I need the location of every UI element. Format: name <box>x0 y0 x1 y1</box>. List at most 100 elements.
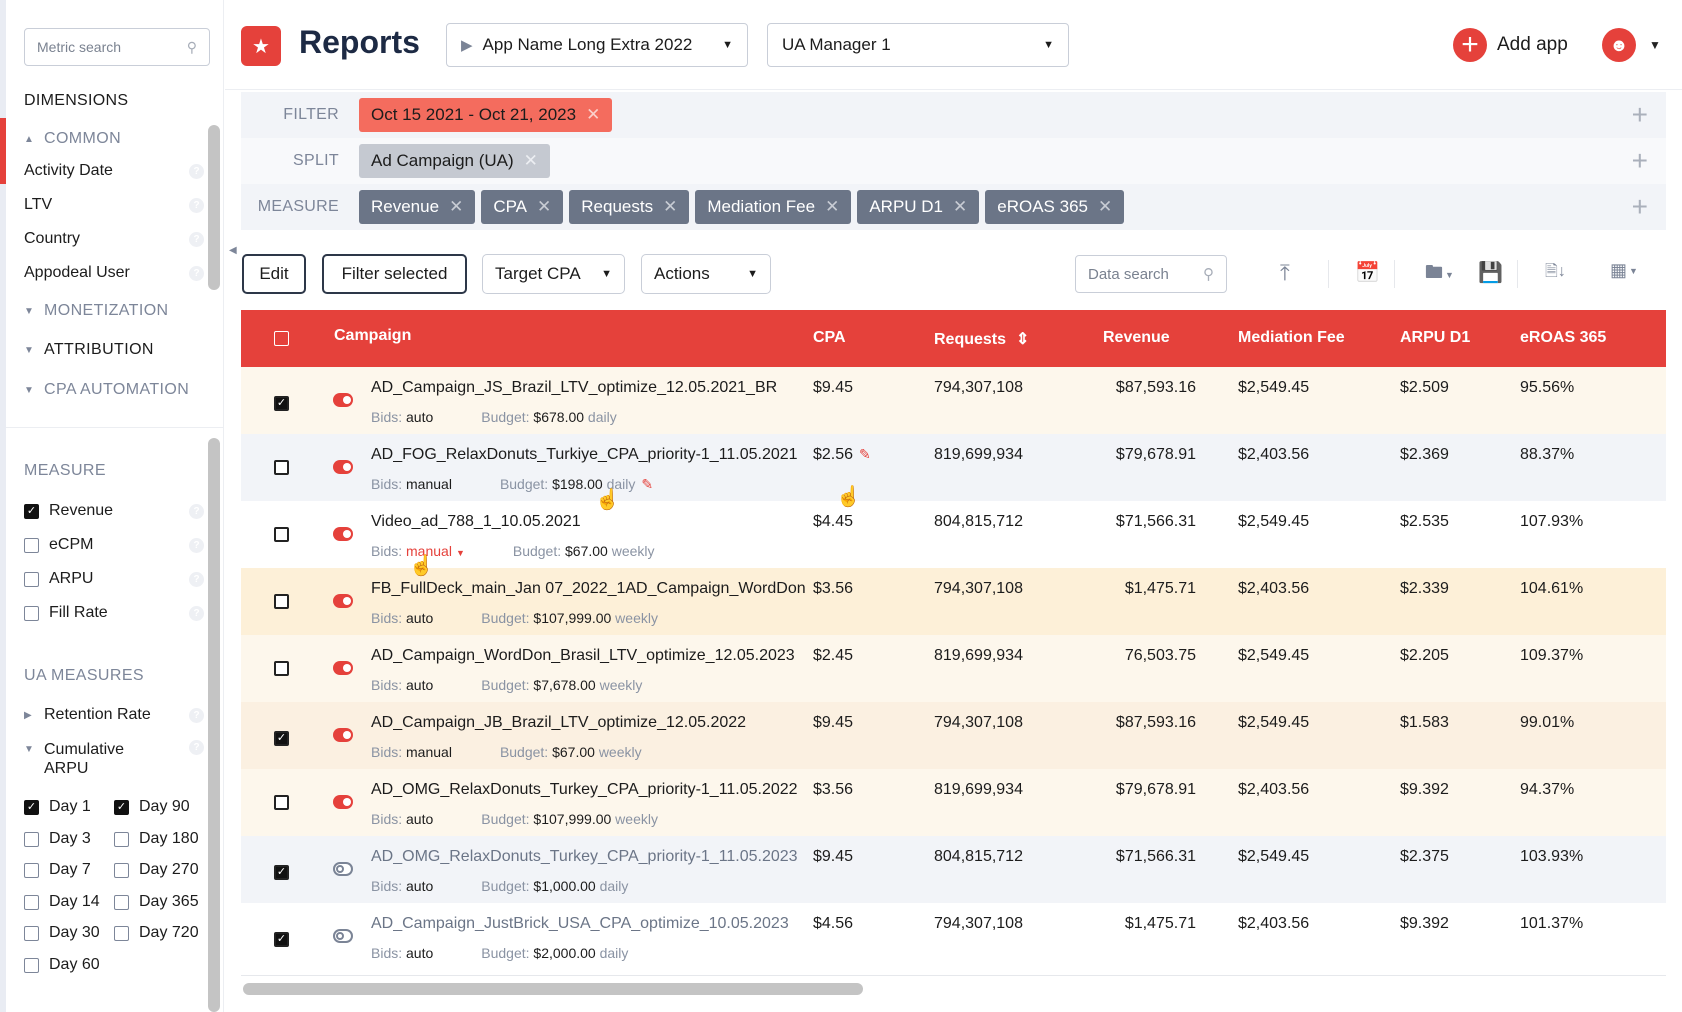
campaign-name[interactable]: AD_OMG_RelaxDonuts_Turkey_CPA_priority-1… <box>371 781 798 799</box>
sort-icon[interactable]: ⇕ <box>1016 331 1029 348</box>
campaign-name[interactable]: FB_FullDeck_main_Jan 07_2022_1AD_Campaig… <box>371 580 806 598</box>
day-option[interactable]: Day 7 <box>24 861 91 879</box>
user-menu-chevron-icon[interactable]: ▼ <box>1649 38 1661 52</box>
edit-button[interactable]: Edit <box>242 254 306 294</box>
help-icon[interactable]: ? <box>189 197 204 213</box>
help-icon[interactable]: ? <box>189 571 204 587</box>
campaign-toggle-on[interactable] <box>333 527 353 546</box>
cpa-cell[interactable]: $9.45 <box>813 714 853 732</box>
measure-chip[interactable]: CPA ✕ <box>481 190 564 224</box>
table-row[interactable]: AD_OMG_RelaxDonuts_Turkey_CPA_priority-1… <box>241 769 1666 836</box>
checkbox[interactable] <box>24 605 39 621</box>
day-option[interactable]: Day 720 <box>114 924 199 942</box>
cpa-cell[interactable]: $4.56 <box>813 915 853 933</box>
measure-chip[interactable]: eROAS 365 ✕ <box>985 190 1125 224</box>
col-requests[interactable]: Requests ⇕ <box>934 329 1029 349</box>
checkbox[interactable] <box>24 537 39 553</box>
help-icon[interactable]: ? <box>189 265 204 281</box>
col-arpu-d1[interactable]: ARPU D1 <box>1400 329 1470 347</box>
budget-value[interactable]: $107,999.00 <box>533 610 611 626</box>
measure-item[interactable]: eCPM? <box>24 536 204 554</box>
row-checkbox[interactable]: ✓ <box>274 393 299 411</box>
close-icon[interactable]: ✕ <box>953 197 967 217</box>
checkbox[interactable] <box>24 894 39 910</box>
scroll-to-top-icon[interactable]: ⤒ <box>1280 260 1290 286</box>
bids-value[interactable]: manual <box>406 744 452 760</box>
col-eroas-365[interactable]: eROAS 365 <box>1520 329 1606 347</box>
bids-value[interactable]: auto <box>406 811 433 827</box>
table-row[interactable]: Video_ad_788_1_10.05.2021 Bids: manual ▼ Bu… <box>241 501 1666 568</box>
budget-value[interactable]: $2,000.00 <box>533 945 595 961</box>
col-revenue[interactable]: Revenue <box>1103 329 1170 347</box>
day-option[interactable]: Day 60 <box>24 956 100 974</box>
add-app-button[interactable]: + Add app <box>1453 28 1568 62</box>
table-row[interactable]: FB_FullDeck_main_Jan 07_2022_1AD_Campaig… <box>241 568 1666 635</box>
app-select[interactable]: ▶ App Name Long Extra 2022 ▼ <box>446 23 748 67</box>
checkbox[interactable] <box>24 925 39 941</box>
help-icon[interactable]: ? <box>189 537 204 553</box>
measure-chip[interactable]: Mediation Fee ✕ <box>695 190 852 224</box>
bids-value[interactable]: auto <box>406 677 433 693</box>
close-icon[interactable]: ✕ <box>663 197 677 217</box>
section-cpa-automation[interactable]: ▼ CPA AUTOMATION <box>24 381 189 399</box>
budget-value[interactable]: $67.00 <box>565 543 608 559</box>
help-icon[interactable]: ? <box>189 163 204 179</box>
checkbox-checked[interactable]: ✓ <box>24 799 39 815</box>
campaign-toggle-on[interactable] <box>333 661 353 680</box>
campaign-name[interactable]: AD_Campaign_WordDon_Brasil_LTV_optimize_… <box>371 647 795 665</box>
cpa-cell[interactable]: $4.45 <box>813 513 853 531</box>
data-search-input[interactable]: Data search ⚲ <box>1075 255 1227 293</box>
table-row[interactable]: ✓ AD_Campaign_JustBrick_USA_CPA_optimize_… <box>241 903 1666 970</box>
filter-selected-button[interactable]: Filter selected <box>322 254 467 294</box>
target-cpa-dropdown[interactable]: Target CPA ▼ <box>482 254 625 294</box>
close-icon[interactable]: ✕ <box>586 105 600 125</box>
dimensions-scrollbar[interactable] <box>208 125 220 290</box>
campaign-toggle-on[interactable] <box>333 728 353 747</box>
add-filter-icon[interactable]: + <box>1632 99 1648 131</box>
measure-chip[interactable]: Requests ✕ <box>569 190 690 224</box>
budget-value[interactable]: $7,678.00 <box>533 677 595 693</box>
cpa-cell[interactable]: $2.45 <box>813 647 853 665</box>
bids-value[interactable]: auto <box>406 945 433 961</box>
section-common[interactable]: ▲ COMMON <box>24 130 121 148</box>
checkbox[interactable] <box>24 571 39 587</box>
table-row[interactable]: ✓ AD_Campaign_JB_Brazil_LTV_optimize_12.0… <box>241 702 1666 769</box>
day-option[interactable]: ✓ Day 90 <box>114 798 190 816</box>
section-attribution[interactable]: ▼ ATTRIBUTION <box>24 341 154 359</box>
row-checkbox[interactable] <box>274 661 299 681</box>
budget-value[interactable]: $67.00 <box>552 744 595 760</box>
section-monetization[interactable]: ▼ MONETIZATION <box>24 302 169 320</box>
ua-item-retention-rate[interactable]: ▶ Retention Rate? <box>24 706 204 724</box>
checkbox[interactable] <box>24 831 39 847</box>
bids-value[interactable]: auto <box>406 610 433 626</box>
measure-item[interactable]: Fill Rate? <box>24 604 204 622</box>
row-checkbox[interactable]: ✓ <box>274 728 299 746</box>
edit-budget-icon[interactable]: ✎ <box>641 476 653 492</box>
col-campaign[interactable]: Campaign <box>334 327 411 345</box>
dimension-item[interactable]: Appodeal User? <box>24 264 204 282</box>
measure-chip[interactable]: Revenue ✕ <box>359 190 476 224</box>
day-option[interactable]: ✓ Day 1 <box>24 798 91 816</box>
help-icon[interactable]: ? <box>189 605 204 621</box>
checkbox[interactable] <box>114 831 129 847</box>
campaign-name[interactable]: AD_Campaign_JustBrick_USA_CPA_optimize_1… <box>371 915 789 933</box>
table-row[interactable]: AD_FOG_RelaxDonuts_Turkiye_CPA_priority-… <box>241 434 1666 501</box>
filter-chip-date[interactable]: Oct 15 2021 - Oct 21, 2023 ✕ <box>359 98 613 132</box>
checkbox-checked[interactable]: ✓ <box>24 503 39 519</box>
help-icon[interactable]: ? <box>189 231 204 247</box>
day-option[interactable]: Day 365 <box>114 893 199 911</box>
bids-value[interactable]: auto <box>406 878 433 894</box>
dimension-item[interactable]: LTV? <box>24 196 204 214</box>
cpa-cell[interactable]: $9.45 <box>813 379 853 397</box>
ua-item-cumulative-arpu[interactable]: ▼ Cumulative ARPU? <box>24 740 204 778</box>
budget-value[interactable]: $678.00 <box>533 409 584 425</box>
measure-item[interactable]: ✓ Revenue? <box>24 502 204 520</box>
close-icon[interactable]: ✕ <box>449 197 463 217</box>
manager-select[interactable]: UA Manager 1 ▼ <box>767 23 1069 67</box>
campaign-name[interactable]: AD_Campaign_JB_Brazil_LTV_optimize_12.05… <box>371 714 746 732</box>
avatar[interactable]: ☻ <box>1602 28 1636 62</box>
campaign-toggle-off[interactable] <box>333 929 353 948</box>
checkbox-checked[interactable]: ✓ <box>114 799 129 815</box>
calendar-alert-icon[interactable]: 📅 <box>1355 260 1380 285</box>
help-icon[interactable]: ? <box>189 503 204 519</box>
